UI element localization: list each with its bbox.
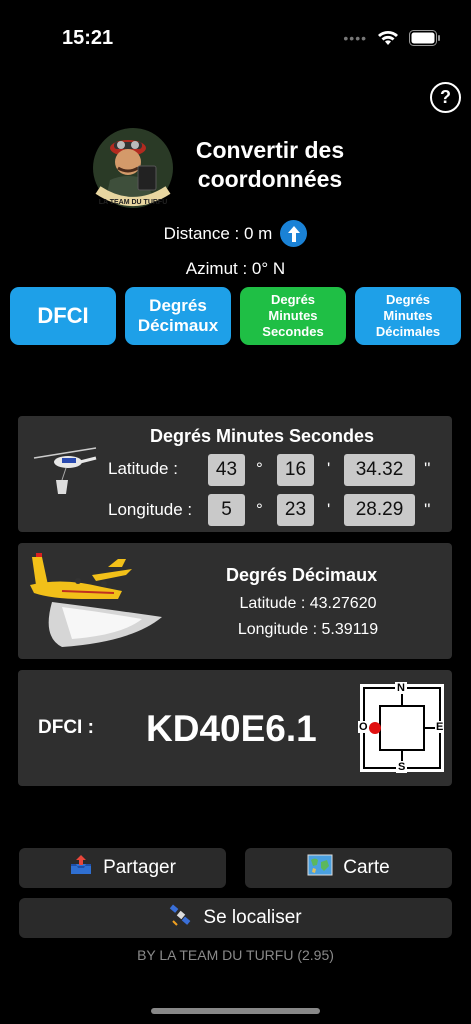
dd-longitude: Longitude : 5.39119 (237, 621, 379, 638)
distance-row: Distance : 0 m (0, 220, 471, 247)
longitude-degree-symbol: ° (256, 500, 263, 519)
dfci-code: KD40E6.1 (146, 708, 317, 749)
latitude-seconds-field[interactable]: 34.32 (344, 454, 415, 486)
azimut-label: Azimut : 0° N (185, 259, 286, 278)
mode-dmd-line1: Degrés (385, 292, 431, 307)
share-tray-icon (69, 854, 93, 882)
locate-button[interactable]: Se localiser (19, 898, 452, 938)
share-button[interactable]: Partager (19, 848, 226, 888)
longitude-minutes-field[interactable]: 23 (277, 494, 314, 526)
direction-arrow-icon (280, 220, 308, 247)
locate-label: Se localiser (203, 907, 302, 928)
dfci-square-compass: N S E O (358, 682, 446, 774)
mode-dmd-line3: Décimales (375, 324, 441, 339)
mode-degres-decimaux-button[interactable]: Degrés Décimaux (125, 287, 231, 345)
title-line-1: Convertir des (195, 137, 345, 163)
status-icons: •••• (343, 30, 441, 46)
dd-card: Degrés Décimaux Latitude : 43.27620 Long… (18, 543, 452, 659)
map-button[interactable]: Carte (245, 848, 452, 888)
distance-label: Distance : 0 m (163, 223, 273, 243)
mode-dms-line1: Degrés (270, 292, 316, 307)
latitude-degrees-field[interactable]: 43 (208, 454, 245, 486)
mode-dfci-button[interactable]: DFCI (10, 287, 116, 345)
mode-dms-line3: Secondes (262, 324, 324, 339)
home-indicator[interactable] (151, 1008, 320, 1014)
mode-dms-line2: Minutes (268, 308, 318, 323)
position-marker (369, 722, 381, 734)
team-logo: LA TEAM DU TURFU (88, 118, 178, 210)
map-label: Carte (343, 857, 390, 878)
latitude-minutes-field[interactable]: 16 (277, 454, 314, 486)
longitude-minute-symbol: ' (327, 500, 331, 519)
compass-south: S (396, 761, 408, 773)
longitude-second-symbol: '' (424, 500, 431, 519)
battery-icon (409, 30, 441, 46)
world-map-icon (307, 854, 333, 882)
satellite-icon (169, 903, 193, 933)
svg-text:LA TEAM DU TURFU: LA TEAM DU TURFU (99, 199, 168, 206)
compass-west: O (358, 721, 369, 733)
signal-dots-icon: •••• (343, 30, 367, 46)
latitude-minute-symbol: ' (327, 459, 331, 478)
page-title: Convertir des coordonnées (180, 136, 360, 194)
title-line-2: coordonnées (197, 166, 343, 192)
status-bar: 15:21 •••• (0, 0, 471, 60)
mode-dd-line2: Décimaux (137, 316, 219, 335)
status-time: 15:21 (62, 27, 114, 49)
footer-credits: BY LA TEAM DU TURFU (2.95) (137, 947, 334, 963)
dfci-card: DFCI : KD40E6.1 N S E O (18, 670, 452, 786)
longitude-degrees-field[interactable]: 5 (208, 494, 245, 526)
latitude-second-symbol: '' (424, 459, 431, 478)
compass-north: N (395, 682, 407, 694)
helicopter-icon (32, 444, 98, 498)
wifi-icon (377, 30, 399, 46)
help-button[interactable]: ? (430, 82, 461, 113)
mode-degres-minutes-decimales-button[interactable]: Degrés Minutes Décimales (355, 287, 461, 345)
mode-dd-line1: Degrés (149, 296, 207, 315)
dms-latitude-label: Latitude : (108, 459, 178, 478)
mode-degres-minutes-secondes-button[interactable]: Degrés Minutes Secondes (240, 287, 346, 345)
dms-card: Degrés Minutes Secondes Latitude : 43 ° … (18, 416, 452, 532)
dms-longitude-label: Longitude : (108, 500, 193, 519)
dms-title: Degrés Minutes Secondes (150, 426, 375, 446)
dd-latitude: Latitude : 43.27620 (239, 595, 377, 612)
water-bomber-plane-icon (22, 547, 172, 655)
mode-dmd-line2: Minutes (383, 308, 433, 323)
dd-title: Degrés Décimaux (226, 565, 378, 585)
compass-east: E (435, 721, 445, 733)
mode-dfci-label: DFCI (37, 303, 89, 328)
longitude-seconds-field[interactable]: 28.29 (344, 494, 415, 526)
dfci-label: DFCI : (38, 717, 94, 738)
latitude-degree-symbol: ° (256, 459, 263, 478)
share-label: Partager (103, 857, 176, 878)
